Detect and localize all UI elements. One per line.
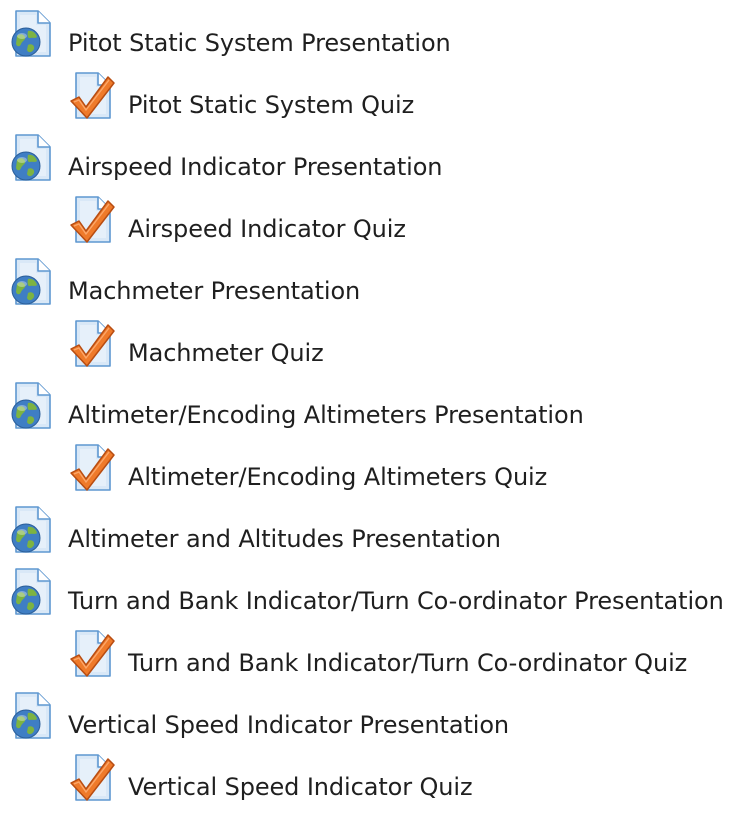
activity-label[interactable]: Machmeter Presentation — [68, 279, 360, 303]
activity-machmeter-presentation[interactable]: Machmeter Presentation — [0, 257, 746, 319]
page-globe-icon — [8, 9, 56, 59]
activity-label[interactable]: Turn and Bank Indicator/Turn Co-ordinato… — [128, 651, 687, 675]
activity-vertical-speed-presentation[interactable]: Vertical Speed Indicator Presentation — [0, 691, 746, 753]
page-globe-icon — [8, 257, 56, 307]
activity-pitot-static-quiz[interactable]: Pitot Static System Quiz — [0, 71, 746, 133]
activity-pitot-static-presentation[interactable]: Pitot Static System Presentation — [0, 9, 746, 71]
page-globe-icon — [8, 381, 56, 431]
activity-label[interactable]: Altimeter/Encoding Altimeters Presentati… — [68, 403, 584, 427]
page-globe-icon — [8, 691, 56, 741]
quiz-checkmark-icon — [68, 71, 116, 121]
activity-label[interactable]: Vertical Speed Indicator Quiz — [128, 775, 473, 799]
quiz-checkmark-icon — [68, 319, 116, 369]
activity-label[interactable]: Turn and Bank Indicator/Turn Co-ordinato… — [68, 589, 724, 613]
activity-label[interactable]: Machmeter Quiz — [128, 341, 324, 365]
page-globe-icon — [8, 505, 56, 555]
quiz-checkmark-icon — [68, 629, 116, 679]
activity-label[interactable]: Pitot Static System Presentation — [68, 31, 451, 55]
activity-turn-bank-presentation[interactable]: Turn and Bank Indicator/Turn Co-ordinato… — [0, 567, 746, 629]
activity-vertical-speed-quiz[interactable]: Vertical Speed Indicator Quiz — [0, 753, 746, 815]
course-activity-list: Pitot Static System Presentation Pitot S… — [0, 9, 746, 815]
activity-encoding-altimeters-presentation[interactable]: Altimeter/Encoding Altimeters Presentati… — [0, 381, 746, 443]
activity-label[interactable]: Altimeter and Altitudes Presentation — [68, 527, 501, 551]
activity-label[interactable]: Airspeed Indicator Presentation — [68, 155, 443, 179]
page-globe-icon — [8, 133, 56, 183]
activity-turn-bank-quiz[interactable]: Turn and Bank Indicator/Turn Co-ordinato… — [0, 629, 746, 691]
page-globe-icon — [8, 567, 56, 617]
activity-encoding-altimeters-quiz[interactable]: Altimeter/Encoding Altimeters Quiz — [0, 443, 746, 505]
activity-machmeter-quiz[interactable]: Machmeter Quiz — [0, 319, 746, 381]
activity-label[interactable]: Airspeed Indicator Quiz — [128, 217, 406, 241]
activity-label[interactable]: Vertical Speed Indicator Presentation — [68, 713, 509, 737]
quiz-checkmark-icon — [68, 753, 116, 803]
activity-airspeed-quiz[interactable]: Airspeed Indicator Quiz — [0, 195, 746, 257]
quiz-checkmark-icon — [68, 443, 116, 493]
activity-label[interactable]: Altimeter/Encoding Altimeters Quiz — [128, 465, 547, 489]
activity-airspeed-presentation[interactable]: Airspeed Indicator Presentation — [0, 133, 746, 195]
activity-label[interactable]: Pitot Static System Quiz — [128, 93, 414, 117]
activity-altimeter-altitudes-presentation[interactable]: Altimeter and Altitudes Presentation — [0, 505, 746, 567]
quiz-checkmark-icon — [68, 195, 116, 245]
